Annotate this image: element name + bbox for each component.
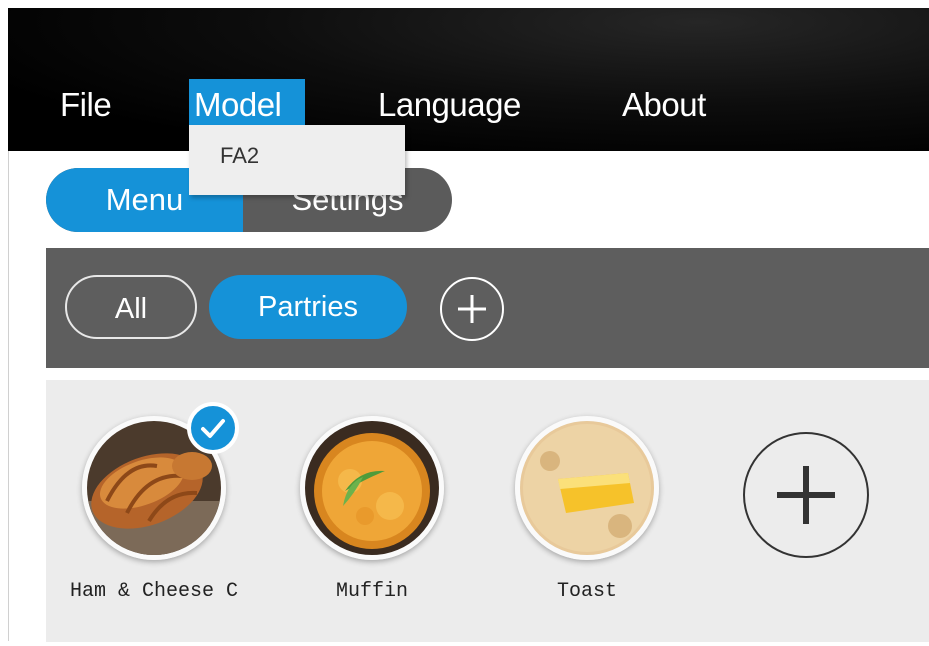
recipe-name: Muffin bbox=[335, 580, 408, 603]
menu-bar: File Model Language About bbox=[8, 8, 929, 151]
checkmark-icon bbox=[187, 402, 239, 454]
plus-icon bbox=[458, 295, 486, 323]
dropdown-item-fa2[interactable]: FA2 bbox=[220, 143, 259, 169]
recipe-item[interactable]: Toast bbox=[512, 416, 662, 603]
category-all[interactable]: All bbox=[65, 275, 197, 339]
add-category-button[interactable] bbox=[440, 277, 504, 341]
add-recipe-button[interactable] bbox=[743, 432, 869, 558]
left-divider bbox=[8, 151, 9, 641]
recipe-name: Toast bbox=[556, 580, 617, 603]
category-bar: All Partries bbox=[46, 248, 929, 368]
recipe-image-muffin bbox=[300, 416, 444, 560]
recipe-panel: Ham & Cheese C Muffin Toast bbox=[46, 380, 929, 642]
model-dropdown: FA2 bbox=[189, 125, 405, 195]
menu-model[interactable]: Model bbox=[189, 79, 306, 131]
recipe-item[interactable]: Muffin bbox=[297, 416, 447, 603]
category-partries[interactable]: Partries bbox=[209, 275, 407, 339]
recipe-name: Ham & Cheese C bbox=[69, 580, 239, 603]
recipe-image-toast bbox=[515, 416, 659, 560]
menu-language[interactable]: Language bbox=[378, 79, 521, 131]
menu-about[interactable]: About bbox=[622, 79, 706, 131]
plus-icon bbox=[777, 466, 835, 524]
menu-file[interactable]: File bbox=[60, 79, 112, 131]
